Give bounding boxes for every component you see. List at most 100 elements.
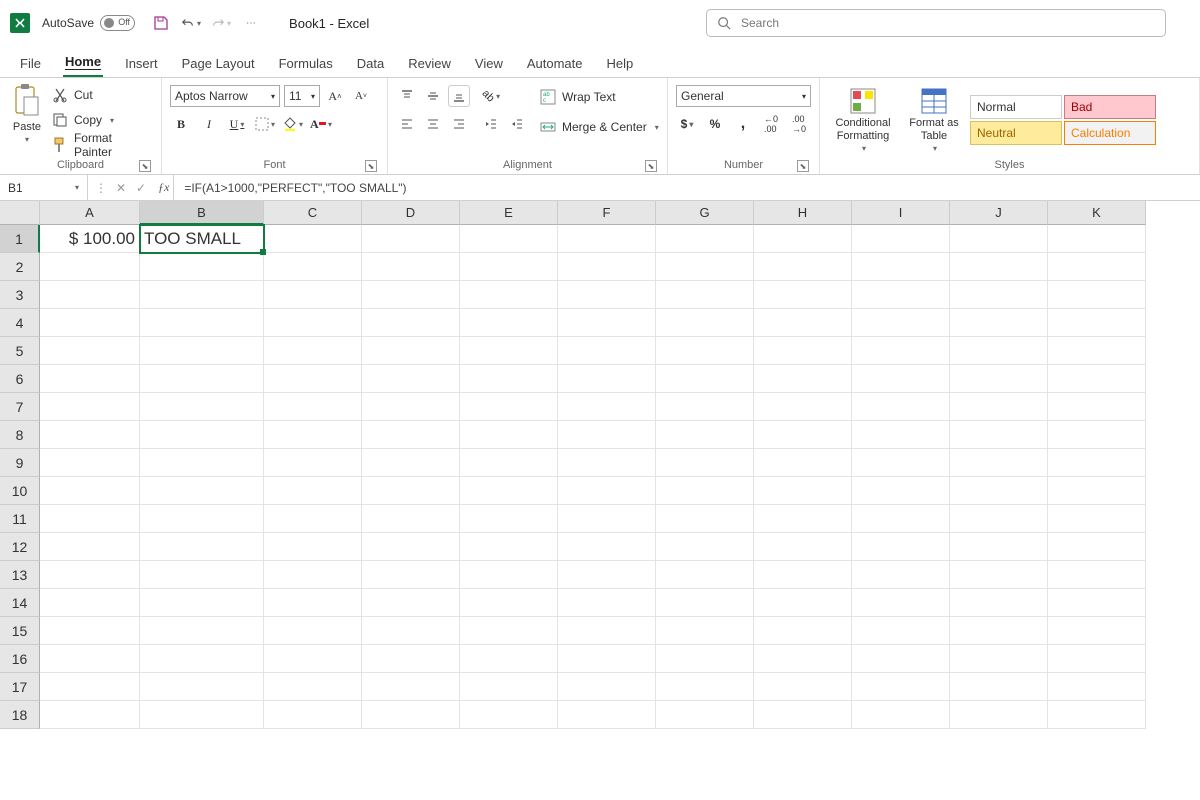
- name-box[interactable]: B1 ▾: [0, 175, 88, 200]
- font-name-select[interactable]: Aptos Narrow▾: [170, 85, 280, 107]
- cell-A18[interactable]: [40, 701, 140, 729]
- conditional-formatting-button[interactable]: Conditional Formatting: [828, 85, 898, 154]
- cell-G5[interactable]: [656, 337, 754, 365]
- cell-style-calculation[interactable]: Calculation: [1064, 121, 1156, 145]
- cell-A5[interactable]: [40, 337, 140, 365]
- tab-formulas[interactable]: Formulas: [277, 50, 335, 77]
- cell-K10[interactable]: [1048, 477, 1146, 505]
- cell-I4[interactable]: [852, 309, 950, 337]
- formula-input[interactable]: =IF(A1>1000,"PERFECT","TOO SMALL"): [174, 181, 416, 195]
- column-header-F[interactable]: F: [558, 201, 656, 225]
- cell-F4[interactable]: [558, 309, 656, 337]
- formula-cancel-icon[interactable]: ✕: [112, 181, 130, 195]
- cell-I6[interactable]: [852, 365, 950, 393]
- decrease-font-icon[interactable]: A˅: [350, 85, 372, 107]
- decrease-indent-icon[interactable]: [480, 113, 502, 135]
- number-launcher-icon[interactable]: ⬊: [797, 160, 809, 172]
- cell-E11[interactable]: [460, 505, 558, 533]
- wrap-text-button[interactable]: abc Wrap Text: [540, 85, 659, 109]
- column-header-J[interactable]: J: [950, 201, 1048, 225]
- cell-H1[interactable]: [754, 225, 852, 253]
- cell-K15[interactable]: [1048, 617, 1146, 645]
- tab-help[interactable]: Help: [605, 50, 636, 77]
- cell-I15[interactable]: [852, 617, 950, 645]
- cell-G8[interactable]: [656, 421, 754, 449]
- cell-B11[interactable]: [140, 505, 264, 533]
- cell-J14[interactable]: [950, 589, 1048, 617]
- row-header-15[interactable]: 15: [0, 617, 40, 645]
- increase-font-icon[interactable]: A˄: [324, 85, 346, 107]
- cell-H13[interactable]: [754, 561, 852, 589]
- paste-button[interactable]: Paste ▾: [8, 81, 46, 146]
- cell-F12[interactable]: [558, 533, 656, 561]
- cell-C12[interactable]: [264, 533, 362, 561]
- cell-E15[interactable]: [460, 617, 558, 645]
- cell-K16[interactable]: [1048, 645, 1146, 673]
- row-header-16[interactable]: 16: [0, 645, 40, 673]
- clipboard-launcher-icon[interactable]: ⬊: [139, 160, 151, 172]
- cell-B8[interactable]: [140, 421, 264, 449]
- percent-format-icon[interactable]: %: [704, 113, 726, 135]
- align-left-icon[interactable]: [396, 113, 418, 135]
- cell-J7[interactable]: [950, 393, 1048, 421]
- cell-B10[interactable]: [140, 477, 264, 505]
- cell-A3[interactable]: [40, 281, 140, 309]
- cell-G6[interactable]: [656, 365, 754, 393]
- cell-K9[interactable]: [1048, 449, 1146, 477]
- cell-E4[interactable]: [460, 309, 558, 337]
- fx-icon[interactable]: ƒx: [154, 175, 174, 200]
- cell-H16[interactable]: [754, 645, 852, 673]
- cell-J13[interactable]: [950, 561, 1048, 589]
- cell-E5[interactable]: [460, 337, 558, 365]
- cell-F13[interactable]: [558, 561, 656, 589]
- column-header-H[interactable]: H: [754, 201, 852, 225]
- font-size-select[interactable]: 11▾: [284, 85, 320, 107]
- column-header-A[interactable]: A: [40, 201, 140, 225]
- cell-K2[interactable]: [1048, 253, 1146, 281]
- cell-I12[interactable]: [852, 533, 950, 561]
- cell-I16[interactable]: [852, 645, 950, 673]
- cell-H5[interactable]: [754, 337, 852, 365]
- tab-file[interactable]: File: [18, 50, 43, 77]
- cell-B17[interactable]: [140, 673, 264, 701]
- cell-F2[interactable]: [558, 253, 656, 281]
- cell-D12[interactable]: [362, 533, 460, 561]
- cell-K5[interactable]: [1048, 337, 1146, 365]
- cell-C6[interactable]: [264, 365, 362, 393]
- cell-H17[interactable]: [754, 673, 852, 701]
- cell-H15[interactable]: [754, 617, 852, 645]
- cell-G13[interactable]: [656, 561, 754, 589]
- cell-F1[interactable]: [558, 225, 656, 253]
- cell-J6[interactable]: [950, 365, 1048, 393]
- tab-automate[interactable]: Automate: [525, 50, 585, 77]
- row-header-2[interactable]: 2: [0, 253, 40, 281]
- cell-C17[interactable]: [264, 673, 362, 701]
- cell-K11[interactable]: [1048, 505, 1146, 533]
- cell-A8[interactable]: [40, 421, 140, 449]
- cell-B13[interactable]: [140, 561, 264, 589]
- row-header-18[interactable]: 18: [0, 701, 40, 729]
- cell-E17[interactable]: [460, 673, 558, 701]
- cell-D9[interactable]: [362, 449, 460, 477]
- cell-B12[interactable]: [140, 533, 264, 561]
- cell-E10[interactable]: [460, 477, 558, 505]
- row-header-8[interactable]: 8: [0, 421, 40, 449]
- cell-J15[interactable]: [950, 617, 1048, 645]
- cell-E13[interactable]: [460, 561, 558, 589]
- save-icon[interactable]: [151, 13, 171, 33]
- cell-K7[interactable]: [1048, 393, 1146, 421]
- cell-A15[interactable]: [40, 617, 140, 645]
- cell-B5[interactable]: [140, 337, 264, 365]
- cell-A12[interactable]: [40, 533, 140, 561]
- cell-E7[interactable]: [460, 393, 558, 421]
- autosave-toggle[interactable]: Off: [100, 15, 135, 31]
- column-header-B[interactable]: B: [140, 201, 264, 225]
- cell-D17[interactable]: [362, 673, 460, 701]
- underline-button[interactable]: U: [226, 113, 248, 135]
- cell-B15[interactable]: [140, 617, 264, 645]
- cell-K4[interactable]: [1048, 309, 1146, 337]
- column-header-E[interactable]: E: [460, 201, 558, 225]
- cell-C9[interactable]: [264, 449, 362, 477]
- cell-C13[interactable]: [264, 561, 362, 589]
- cell-C2[interactable]: [264, 253, 362, 281]
